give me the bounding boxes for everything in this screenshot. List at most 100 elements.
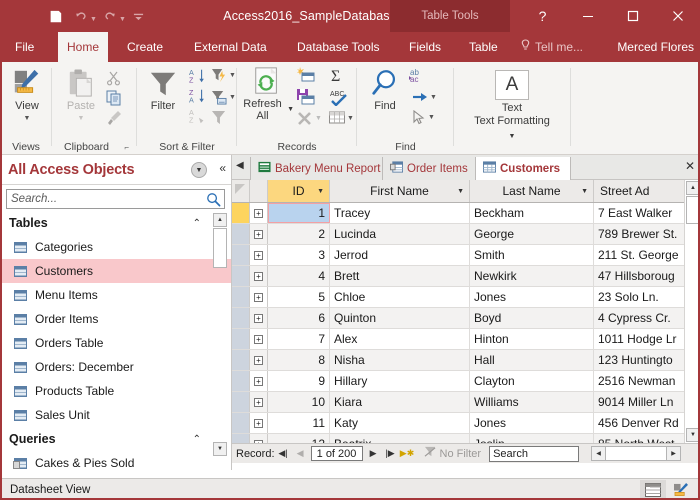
save-icon[interactable] (42, 3, 68, 29)
column-filter-dropdown-icon[interactable]: ▼ (581, 188, 588, 195)
text-formatting-dropdown-icon[interactable]: ▼ (509, 133, 516, 140)
table-row[interactable]: + 2 Lucinda George 789 Brewer St. (232, 224, 700, 245)
tab-table[interactable]: Table (460, 32, 507, 62)
close-object-icon[interactable]: ✕ (685, 159, 695, 173)
cell-first-name[interactable]: Alex (330, 329, 470, 349)
row-selector[interactable] (232, 245, 250, 265)
row-expand-button[interactable]: + (250, 287, 268, 307)
column-header-last-name[interactable]: Last Name ▼ (470, 180, 594, 202)
cell-last-name[interactable]: Beckham (470, 203, 594, 223)
delete-dropdown-icon[interactable]: ▼ (315, 115, 322, 122)
scroll-left-icon[interactable]: ◀ (591, 446, 606, 461)
text-formatting-button[interactable]: A Text Text Formatting ▼ (472, 70, 552, 143)
cell-last-name[interactable]: Joslin (470, 434, 594, 443)
cell-first-name[interactable]: Katy (330, 413, 470, 433)
column-filter-dropdown-icon[interactable]: ▼ (317, 188, 324, 195)
save-record-button[interactable] (297, 89, 315, 105)
cell-last-name[interactable]: Newkirk (470, 266, 594, 286)
cell-first-name[interactable]: Lucinda (330, 224, 470, 244)
select-dropdown-icon[interactable]: ▼ (428, 114, 435, 121)
row-selector[interactable] (232, 392, 250, 412)
replace-button[interactable]: ab ac (409, 67, 431, 84)
row-selector[interactable] (232, 434, 250, 443)
row-selector[interactable] (232, 308, 250, 328)
table-row[interactable]: + 6 Quinton Boyd 4 Cypress Cr. (232, 308, 700, 329)
maximize-button[interactable] (610, 0, 655, 32)
cell-first-name[interactable]: Chloe (330, 287, 470, 307)
nav-item-menu-items[interactable]: Menu Items (0, 283, 231, 307)
cell-first-name[interactable]: Beatrix (330, 434, 470, 443)
nav-item-orders-table[interactable]: Orders Table (0, 331, 231, 355)
cell-id[interactable]: 4 (268, 266, 330, 286)
toggle-filter-button[interactable] (211, 110, 227, 125)
cell-last-name[interactable]: Jones (470, 413, 594, 433)
totals-button[interactable]: Σ (329, 67, 347, 83)
row-expand-button[interactable]: + (250, 413, 268, 433)
row-expand-button[interactable]: + (250, 329, 268, 349)
selection-filter-button[interactable]: ▼ (211, 68, 236, 83)
sort-ascending-button[interactable]: A Z (189, 68, 207, 84)
user-account-name[interactable]: Merced Flores (617, 32, 694, 62)
row-selector[interactable] (232, 224, 250, 244)
cell-id[interactable]: 1 (268, 203, 330, 223)
row-selector[interactable] (232, 287, 250, 307)
tab-fields[interactable]: Fields (400, 32, 450, 62)
find-button[interactable]: Find (363, 68, 407, 112)
tab-external-data[interactable]: External Data (185, 32, 276, 62)
datasheet-horizontal-scrollbar[interactable]: ◀ ▶ (591, 446, 681, 461)
doc-tab-bakery-menu-report[interactable]: Bakery Menu Report (250, 157, 390, 180)
selection-dropdown-icon[interactable]: ▼ (229, 72, 236, 79)
sort-descending-button[interactable]: Z A (189, 88, 207, 104)
cell-last-name[interactable]: Hinton (470, 329, 594, 349)
scroll-down-icon[interactable]: ▼ (213, 442, 227, 456)
cell-last-name[interactable]: Clayton (470, 371, 594, 391)
cell-id[interactable]: 9 (268, 371, 330, 391)
next-record-button[interactable]: ▶ (365, 448, 382, 459)
go-to-button[interactable]: ▼ (412, 90, 437, 104)
nav-group-queries[interactable]: Queries ⌃ (0, 427, 231, 451)
cell-first-name[interactable]: Brett (330, 266, 470, 286)
scrollbar-track[interactable] (606, 446, 666, 461)
tab-database-tools[interactable]: Database Tools (288, 32, 389, 62)
format-painter-button[interactable] (106, 110, 122, 126)
select-button[interactable]: ▼ (412, 110, 435, 125)
row-selector[interactable] (232, 371, 250, 391)
nav-item-products-table[interactable]: Products Table (0, 379, 231, 403)
scroll-up-icon[interactable]: ▲ (213, 213, 227, 227)
spelling-button[interactable]: ABC (329, 89, 349, 106)
row-selector[interactable] (232, 350, 250, 370)
view-dropdown-icon[interactable]: ▼ (24, 113, 31, 125)
table-row[interactable]: + 12 Beatrix Joslin 85 North West (232, 434, 700, 443)
paste-dropdown-icon[interactable]: ▼ (78, 113, 85, 125)
remove-sort-button[interactable]: A Z (189, 108, 207, 124)
design-view-button[interactable] (668, 480, 694, 500)
row-selector[interactable] (232, 266, 250, 286)
tab-home[interactable]: Home (58, 32, 108, 62)
redo-dropdown-icon[interactable]: ▼ (119, 16, 126, 23)
navigation-pane-dropdown-icon[interactable]: ▼ (191, 162, 207, 178)
row-expand-button[interactable]: + (250, 371, 268, 391)
new-record-button[interactable]: ▶✱ (399, 448, 416, 459)
table-row[interactable]: + 8 Nisha Hall 123 Huntingto (232, 350, 700, 371)
navigation-pane-header[interactable]: All Access Objects ▼ « (0, 155, 231, 185)
cell-id[interactable]: 6 (268, 308, 330, 328)
datasheet-search-input[interactable]: Search (489, 446, 579, 462)
customize-qat-icon[interactable] (126, 3, 152, 29)
cell-id[interactable]: 2 (268, 224, 330, 244)
table-row[interactable]: + 1 Tracey Beckham 7 East Walker (232, 203, 700, 224)
nav-item-cakes-pies-sold[interactable]: Cakes & Pies Sold (0, 451, 231, 470)
row-selector[interactable] (232, 329, 250, 349)
cell-first-name[interactable]: Hillary (330, 371, 470, 391)
paste-button[interactable]: Paste ▼ (60, 68, 102, 125)
nav-item-customers[interactable]: Customers (0, 259, 231, 283)
delete-record-button[interactable]: ▼ (297, 111, 322, 126)
previous-record-button[interactable]: ◀ (292, 448, 309, 459)
search-input[interactable] (7, 190, 224, 208)
nav-item-categories[interactable]: Categories (0, 235, 231, 259)
refresh-all-button[interactable]: Refresh All ▼ (240, 66, 294, 122)
current-record-box[interactable]: 1 of 200 (311, 446, 363, 461)
row-expand-button[interactable]: + (250, 266, 268, 286)
refresh-all-dropdown-icon[interactable]: ▼ (287, 104, 294, 116)
table-row[interactable]: + 3 Jerrod Smith 211 St. George (232, 245, 700, 266)
more-dropdown-icon[interactable]: ▼ (347, 115, 354, 122)
